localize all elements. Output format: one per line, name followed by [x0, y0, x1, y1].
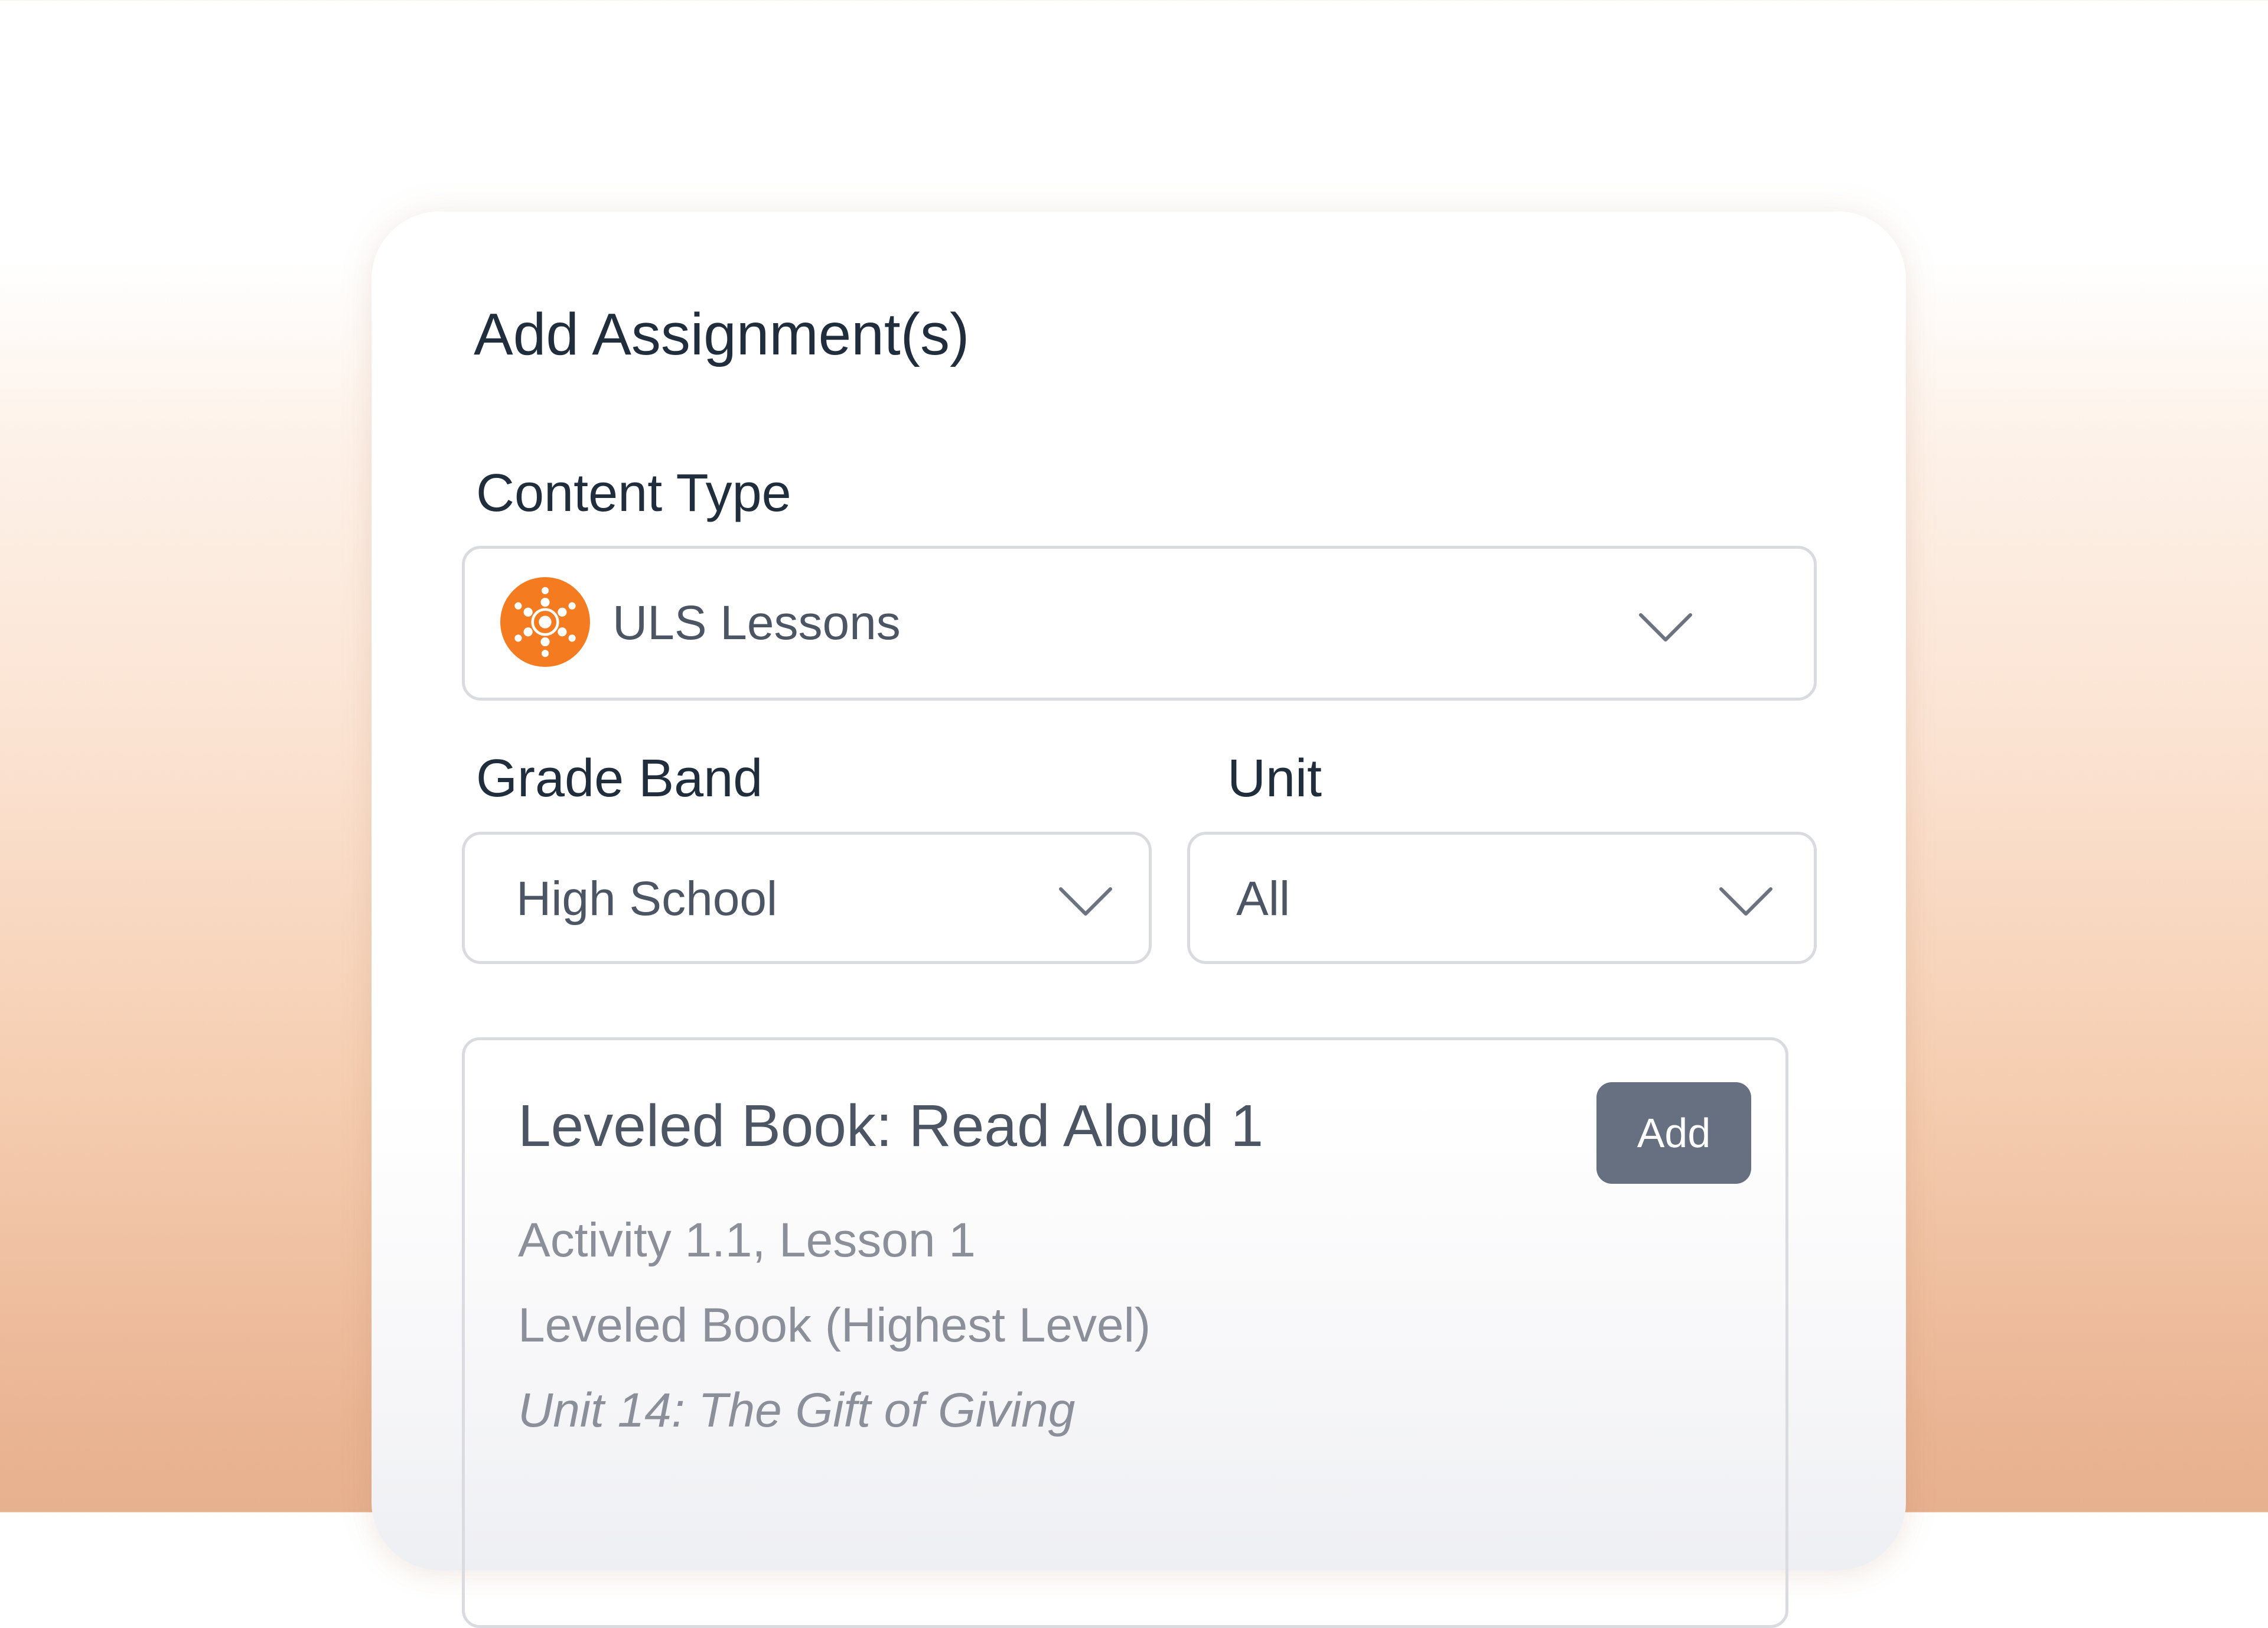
chevron-down-icon	[1719, 887, 1772, 916]
dialog-title: Add Assignment(s)	[474, 301, 970, 367]
content-type-value: ULS Lessons	[612, 596, 901, 650]
add-button[interactable]: Add	[1596, 1082, 1751, 1184]
chevron-down-icon	[1059, 887, 1112, 916]
content-type-select[interactable]: ULS Lessons	[462, 546, 1817, 701]
lesson-activity: Activity 1.1, Lesson 1	[518, 1213, 976, 1267]
grade-band-label: Grade Band	[476, 749, 763, 808]
content-type-label: Content Type	[476, 464, 791, 523]
unit-value: All	[1236, 872, 1291, 926]
lesson-book-level: Leveled Book (Highest Level)	[518, 1298, 1151, 1352]
lesson-unit: Unit 14: The Gift of Giving	[518, 1383, 1076, 1437]
grade-band-select[interactable]: High School	[462, 832, 1152, 964]
unit-label: Unit	[1227, 749, 1322, 808]
lesson-result-card: Leveled Book: Read Aloud 1 Add Activity …	[462, 1037, 1788, 1628]
add-assignment-dialog: Add Assignment(s) Content Type ULS Lesso…	[372, 211, 1906, 1628]
unit-select[interactable]: All	[1187, 832, 1817, 964]
lesson-title: Leveled Book: Read Aloud 1	[518, 1093, 1264, 1159]
grade-band-value: High School	[516, 872, 778, 926]
chevron-down-icon	[1639, 613, 1692, 642]
uls-brand-icon	[500, 577, 590, 667]
